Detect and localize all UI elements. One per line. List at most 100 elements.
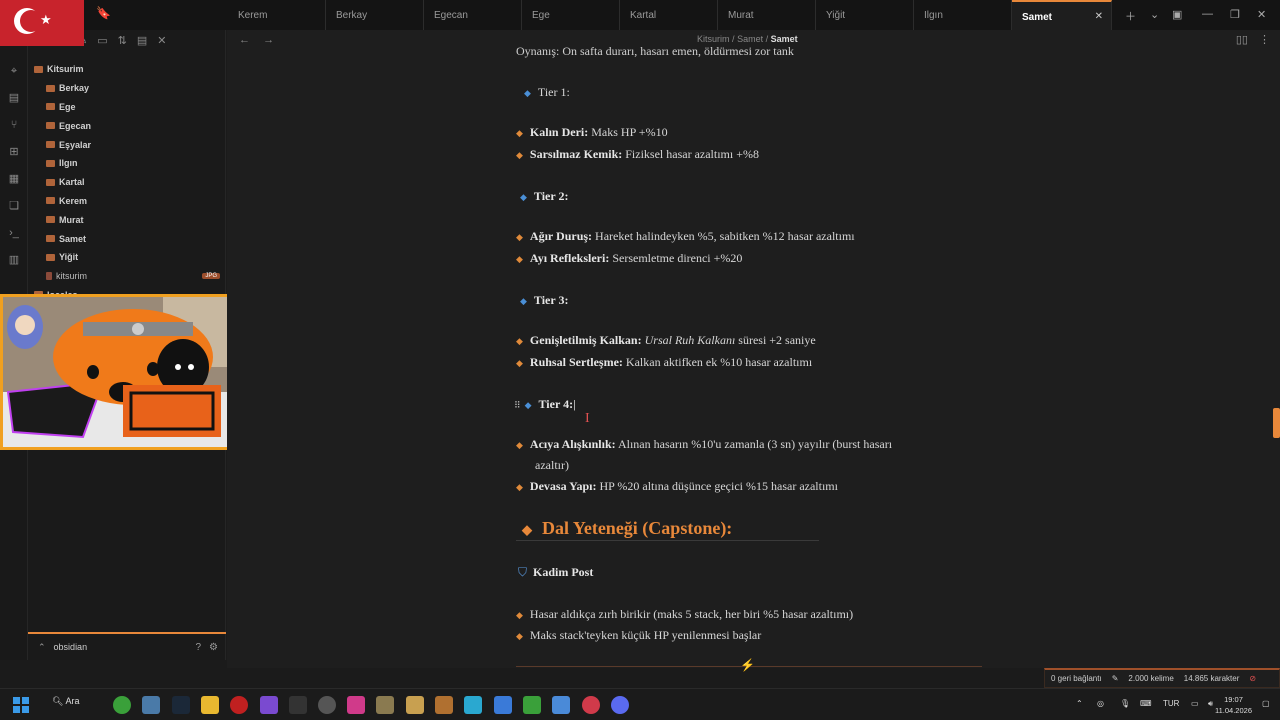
sidebar-toggle-icon[interactable]: ▣ — [1172, 8, 1182, 21]
breadcrumb-parent[interactable]: Samet — [737, 34, 763, 44]
tab-ilgin[interactable]: Ilgın — [914, 0, 1012, 30]
taskbar-search[interactable]: 🔍︎ Ara — [52, 696, 79, 707]
more-options-icon[interactable]: ⋮ — [1259, 34, 1270, 46]
tray-expand-icon[interactable]: ⌃ — [1076, 699, 1083, 708]
vault-switcher[interactable]: ⌃ obsidian ? ⚙ — [28, 632, 226, 660]
minecraft-icon[interactable] — [523, 696, 541, 714]
partial-line: Oynanış: On safta durarı, hasarı emen, ö… — [516, 44, 794, 58]
terminal-icon[interactable]: ›_ — [0, 220, 28, 247]
opera-icon[interactable] — [230, 696, 248, 714]
back-arrow-icon[interactable]: ← — [239, 34, 250, 46]
folder-esyalar[interactable]: Eşyalar — [34, 135, 224, 154]
calendar-icon[interactable]: ▦ — [0, 166, 28, 193]
close-tab-icon[interactable]: ✕ — [1095, 11, 1103, 22]
app5-icon[interactable] — [582, 696, 600, 714]
close-window-icon[interactable]: ✕ — [1257, 8, 1266, 21]
keyboard-icon[interactable]: ⌨ — [1140, 699, 1152, 708]
tab-murat[interactable]: Murat — [718, 0, 816, 30]
folder-ege[interactable]: Ege — [34, 98, 224, 117]
folder-ilgin[interactable]: Ilgın — [34, 154, 224, 173]
tab-ege[interactable]: Ege — [522, 0, 620, 30]
edit-icon: ✎ — [1111, 674, 1119, 683]
new-tab-icon[interactable]: ＋ — [1125, 8, 1136, 24]
help-icon[interactable]: ? — [195, 642, 201, 653]
collapse-icon[interactable]: ▤ — [137, 34, 147, 47]
reading-view-icon[interactable]: ▯▯ — [1236, 34, 1248, 46]
instagram-icon[interactable] — [347, 696, 365, 714]
system-clock[interactable]: 19:07 11.04.2026 — [1215, 694, 1252, 716]
file-icon[interactable]: ▤ — [0, 85, 28, 112]
breadcrumb-root[interactable]: Kitsurim — [697, 34, 730, 44]
folder-samet[interactable]: Samet — [34, 229, 224, 248]
title-bar: 🔖 Kerem Berkay Egecan Ege Kartal Murat Y… — [0, 0, 1280, 30]
tab-samet[interactable]: Samet ✕ — [1012, 0, 1112, 30]
steam-icon[interactable] — [172, 696, 190, 714]
game-icon[interactable] — [376, 696, 394, 714]
discord-icon[interactable] — [611, 696, 629, 714]
drag-handle-icon[interactable]: ⠿ — [514, 400, 521, 410]
graph-icon[interactable]: ⑂ — [0, 112, 28, 139]
chevron-down-icon[interactable]: ⌄ — [1150, 8, 1159, 21]
folder-yigit[interactable]: Yiğit — [34, 248, 224, 267]
folder-kerem[interactable]: Kerem — [34, 192, 224, 211]
scrollbar-thumb[interactable] — [1273, 408, 1280, 438]
tray-app-icon[interactable]: ◎ — [1097, 699, 1104, 708]
folder-kartal[interactable]: Kartal — [34, 173, 224, 192]
turkish-flag-overlay: ★ — [0, 0, 84, 46]
settings-gear-icon[interactable]: ⚙ — [209, 642, 218, 653]
terminal-app-icon[interactable] — [289, 696, 307, 714]
tab-egecan[interactable]: Egecan — [424, 0, 522, 30]
game2-icon[interactable] — [406, 696, 424, 714]
blocks-icon[interactable]: ▥ — [0, 247, 28, 274]
word-count: 2.000 kelime — [1128, 674, 1174, 683]
folder-icon[interactable] — [201, 696, 219, 714]
file-kitsurim[interactable]: kitsurim JPG — [34, 267, 224, 286]
volume-icon[interactable]: 🔊︎ — [1208, 699, 1213, 709]
grid-icon[interactable]: ⊞ — [0, 139, 28, 166]
orange-diamond-icon: ◆ — [516, 254, 523, 264]
blue-diamond-icon: ◆ — [524, 88, 531, 98]
app-icon[interactable] — [142, 696, 160, 714]
folder-kitsurim[interactable]: Kitsurim — [34, 60, 224, 79]
char-count: 14.865 karakter — [1183, 674, 1240, 683]
tab-berkay[interactable]: Berkay — [326, 0, 424, 30]
tab-kerem[interactable]: Kerem — [228, 0, 326, 30]
copy-icon[interactable]: ❏ — [0, 193, 28, 220]
windows-start-icon[interactable] — [12, 696, 30, 714]
sort-icon[interactable]: ⇅ — [118, 34, 127, 47]
tab-yigit[interactable]: Yiğit — [816, 0, 914, 30]
orange-diamond-icon: ◆ — [516, 232, 523, 242]
minimize-icon[interactable]: — — [1202, 8, 1213, 20]
heading-underline — [516, 540, 819, 541]
app3-icon[interactable] — [494, 696, 512, 714]
new-folder-icon[interactable]: ▭ — [97, 34, 107, 47]
tier-1-heading: ◆ Tier 1: — [524, 85, 570, 99]
sync-icon[interactable]: ⊘ — [1249, 674, 1256, 683]
app4-icon[interactable] — [552, 696, 570, 714]
github-icon[interactable] — [318, 696, 336, 714]
breadcrumb: Kitsurim / Samet / Samet — [697, 34, 798, 44]
obsidian-icon[interactable] — [260, 696, 278, 714]
list-item: ◆ Hasar aldıkça zırh birikir (maks 5 stac… — [516, 607, 854, 621]
list-item: ◆ Acıya Alışkınlık: Alınan hasarın %10'u … — [516, 437, 893, 451]
forward-arrow-icon[interactable]: → — [263, 34, 274, 46]
network-icon[interactable]: ▭ — [1191, 699, 1199, 708]
language-indicator[interactable]: TUR — [1163, 699, 1179, 708]
tab-kartal[interactable]: Kartal — [620, 0, 718, 30]
xbox-icon[interactable] — [113, 696, 131, 714]
list-item: ◆ Genişletilmiş Kalkan: Ursal Ruh Kalkanı… — [516, 333, 816, 347]
map-icon[interactable]: ⌖ — [0, 58, 28, 85]
backlinks-count[interactable]: 0 geri bağlantı — [1051, 674, 1102, 683]
mic-icon[interactable]: 🎙︎ — [1120, 699, 1130, 708]
bookmark-icon[interactable]: 🔖 — [96, 6, 111, 20]
folder-egecan[interactable]: Egecan — [34, 116, 224, 135]
close-icon[interactable]: ✕ — [157, 34, 166, 47]
notifications-icon[interactable]: ▢ — [1262, 699, 1270, 708]
blue-diamond-icon: ◆ — [520, 296, 527, 306]
folder-murat[interactable]: Murat — [34, 210, 224, 229]
rockstar-icon[interactable] — [435, 696, 453, 714]
folder-berkay[interactable]: Berkay — [34, 79, 224, 98]
app2-icon[interactable] — [464, 696, 482, 714]
maximize-icon[interactable]: ❐ — [1230, 8, 1240, 21]
orange-diamond-icon: ◆ — [522, 522, 532, 537]
